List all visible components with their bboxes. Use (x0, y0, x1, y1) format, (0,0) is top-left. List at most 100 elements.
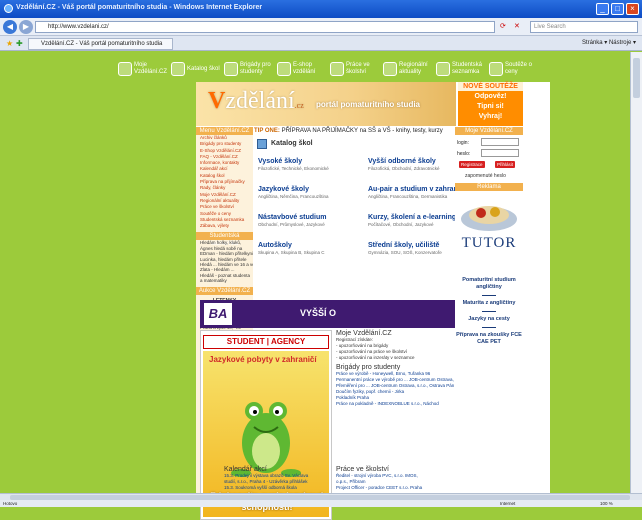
catalog-category-sub: Filozofické, Technické, Ekonomické (258, 166, 329, 171)
nove-souteze-box[interactable]: NOVÉ SOUTĚŽE Odpověz! Tipni si! Vyhraj! (458, 82, 523, 126)
moje-title[interactable]: Moje Vzdělání.CZ (336, 330, 454, 337)
favorites-star-icon[interactable]: ★ (6, 39, 13, 48)
tab-bar: ★ ✚ Vzdělání.CZ - Váš portál pomaturitní… (0, 36, 642, 51)
nav-icon (383, 62, 397, 76)
tab-vzdelani[interactable]: Vzdělání.CZ - Váš portál pomaturitního s… (28, 38, 173, 50)
site-nav-item[interactable]: E-shop vzdělání (277, 57, 327, 81)
seznamka-link[interactable]: a matematiky (196, 278, 253, 283)
seznamka-link[interactable]: EDman - hledám přítelkyni (196, 251, 253, 256)
moje-line: - upozorňování na inzeráty v seznamce (336, 355, 415, 360)
seznamka-list: Hledám holky, kluků, Ágnes hledá sobě na E… (196, 240, 253, 283)
forward-icon[interactable]: ▶ (19, 20, 33, 34)
nove-line1: Odpověz! (474, 93, 507, 100)
maximize-button[interactable]: □ (611, 3, 624, 15)
brigady-lines: Práce ve výrobě - Honeywell, Brno, Tuřan… (336, 371, 454, 407)
site-nav-item[interactable]: Studentská seznamka (436, 57, 486, 81)
tip-label: TIP ONE: (254, 128, 280, 134)
ie-icon (4, 4, 13, 13)
catalog-category-title: Autoškoly (258, 242, 292, 249)
site-nav-item[interactable]: Moje Vzdělání.CZ (118, 57, 168, 81)
site-nav-label: Regionální aktuality (399, 62, 428, 75)
catalog-category-sub: Skupina A, Skupina B, Skupina C (258, 250, 325, 255)
ad-image-food[interactable] (455, 193, 523, 235)
brigady-item[interactable]: Práce na pokladně - INDEXNOBLUE s.r.o., … (336, 401, 454, 407)
site-nav-item[interactable]: Práce ve školství (330, 57, 380, 81)
left-menu: Archiv článků Brigády pro studenty E-Shop … (196, 135, 253, 229)
title-bar: Vzdělání.CZ - Váš portál pomaturitního s… (0, 0, 642, 18)
catalog-heading: Katalog škol (257, 138, 447, 150)
kalendar-title[interactable]: Kalendář akcí (224, 466, 329, 473)
site-nav-item[interactable]: Regionální aktuality (383, 57, 433, 81)
close-button[interactable]: × (626, 3, 639, 15)
nav-icon (489, 62, 503, 76)
tutor-logo[interactable]: TUTOR (455, 235, 523, 252)
address-bar: ◀ ▶ http://www.vzdelani.cz/ ⟳ ✕ Live Sea… (0, 18, 642, 36)
site-nav-label: Katalog škol (187, 65, 220, 72)
horizontal-scrollbar[interactable] (0, 493, 642, 500)
site-nav-label: Moje Vzdělání.CZ (134, 62, 168, 75)
command-bar[interactable]: Stránka ▾ Nástroje ▾ (582, 39, 636, 46)
catalog-category-title: Vysoké školy (258, 158, 303, 165)
minimize-button[interactable]: _ (596, 3, 609, 15)
status-zoom[interactable]: 100 % (600, 500, 613, 507)
window-title: Vzdělání.CZ - Váš portál pomaturitního s… (16, 4, 263, 11)
site-logo[interactable]: Vzdělání.cz (208, 88, 304, 115)
tutor-ad-item[interactable]: Pomaturitní studium angličtiny (455, 277, 523, 291)
left-menu-link[interactable]: Zábava, výlety (196, 223, 253, 229)
login-button[interactable]: Přihlásit (495, 161, 516, 168)
status-text: Hotovo (3, 501, 18, 506)
tutor-ad-item[interactable]: Příprava na zkoušky FCE CAE PET (455, 332, 523, 346)
status-bar: Hotovo Internet 100 % (0, 500, 642, 507)
register-button[interactable]: Registrace (459, 161, 485, 168)
catalog-category[interactable]: Vysoké školy Filozofické, Technické, Ekon… (258, 158, 368, 171)
site-nav-item[interactable]: Katalog škol (171, 57, 221, 81)
vysso-banner[interactable]: BA VYŠŠÍ O (200, 300, 455, 328)
site-nav-label: Práce ve školství (346, 62, 370, 75)
site-banner: Vzdělání.cz portál pomaturitního studia (196, 82, 456, 126)
catalog-category[interactable]: Jazykové školy Angličtina, Němčina, Franc… (258, 186, 368, 199)
back-icon[interactable]: ◀ (3, 20, 17, 34)
tutor-divider (482, 327, 496, 328)
tutor-ad-item[interactable]: Maturita z angličtiny (455, 300, 523, 307)
login-field[interactable] (481, 138, 519, 146)
seznamka-head: Studentská seznamka (196, 232, 253, 247)
catalog-category[interactable]: Nástavbové studium Obchodní, Průmyslové, … (258, 214, 368, 227)
stop-icon[interactable]: ✕ (514, 22, 520, 30)
student-agency-ad[interactable]: STUDENT | AGENCY Jazykové pobyty v zahra… (200, 330, 332, 520)
prace-section: Práce ve školství Ředitel - strojní výro… (336, 466, 454, 491)
url-input[interactable]: http://www.vzdelani.cz/ (35, 21, 495, 33)
left-menu-head: Menu Vzdělání.CZ (196, 127, 253, 135)
site-nav-item[interactable]: Brigády pro studenty (224, 57, 274, 81)
catalog-category-sub: Angličtina, Němčina, Francouzština (258, 194, 329, 199)
prace-item[interactable]: Project Officer - poradce CEET s.r.o. Pr… (336, 485, 454, 491)
brigady-title[interactable]: Brigády pro studenty (336, 364, 454, 371)
nav-icon (171, 62, 185, 76)
forgot-password-link[interactable]: zapomenuté heslo (465, 173, 506, 179)
sa-line1: Jazykové pobyty v zahraničí (209, 355, 317, 364)
prace-title[interactable]: Práce ve školství (336, 466, 454, 473)
reklama-head: Reklama (455, 183, 523, 191)
site-nav-label: Brigády pro studenty (240, 62, 271, 75)
nove-head: NOVÉ SOUTĚŽE (458, 82, 523, 91)
vertical-scrollbar[interactable] (630, 52, 642, 493)
catalog-category[interactable]: Autoškoly Skupina A, Skupina B, Skupina C (258, 242, 368, 255)
site-nav-item[interactable]: Soutěže o ceny (489, 57, 539, 81)
tutor-divider (482, 311, 496, 312)
search-input[interactable]: Live Search (530, 21, 638, 33)
nav-icon (330, 62, 344, 76)
nav-icon (118, 62, 132, 76)
nove-line2: Tipni si! (477, 103, 504, 110)
tutor-ad-item[interactable]: Jazyky na cesty (455, 316, 523, 323)
tip-line[interactable]: TIP ONE: PŘÍPRAVA NA PŘIJÍMAČKY na SŠ a … (254, 128, 454, 136)
nav-icon (277, 62, 291, 76)
password-field[interactable] (481, 149, 519, 157)
site-nav-label: Studentská seznamka (452, 62, 483, 75)
right-login-head: Moje Vzdělání.CZ (455, 127, 523, 135)
site-nav-label: E-shop vzdělání (293, 62, 316, 75)
kalendar-item[interactable]: 15.3. Soukromá vyšší odborná škola (224, 485, 329, 491)
add-favorite-icon[interactable]: ✚ (16, 39, 23, 48)
vertical-scroll-thumb[interactable] (633, 58, 640, 98)
nav-icon (436, 62, 450, 76)
refresh-icon[interactable]: ⟳ (500, 22, 506, 30)
tutor-divider (482, 295, 496, 296)
